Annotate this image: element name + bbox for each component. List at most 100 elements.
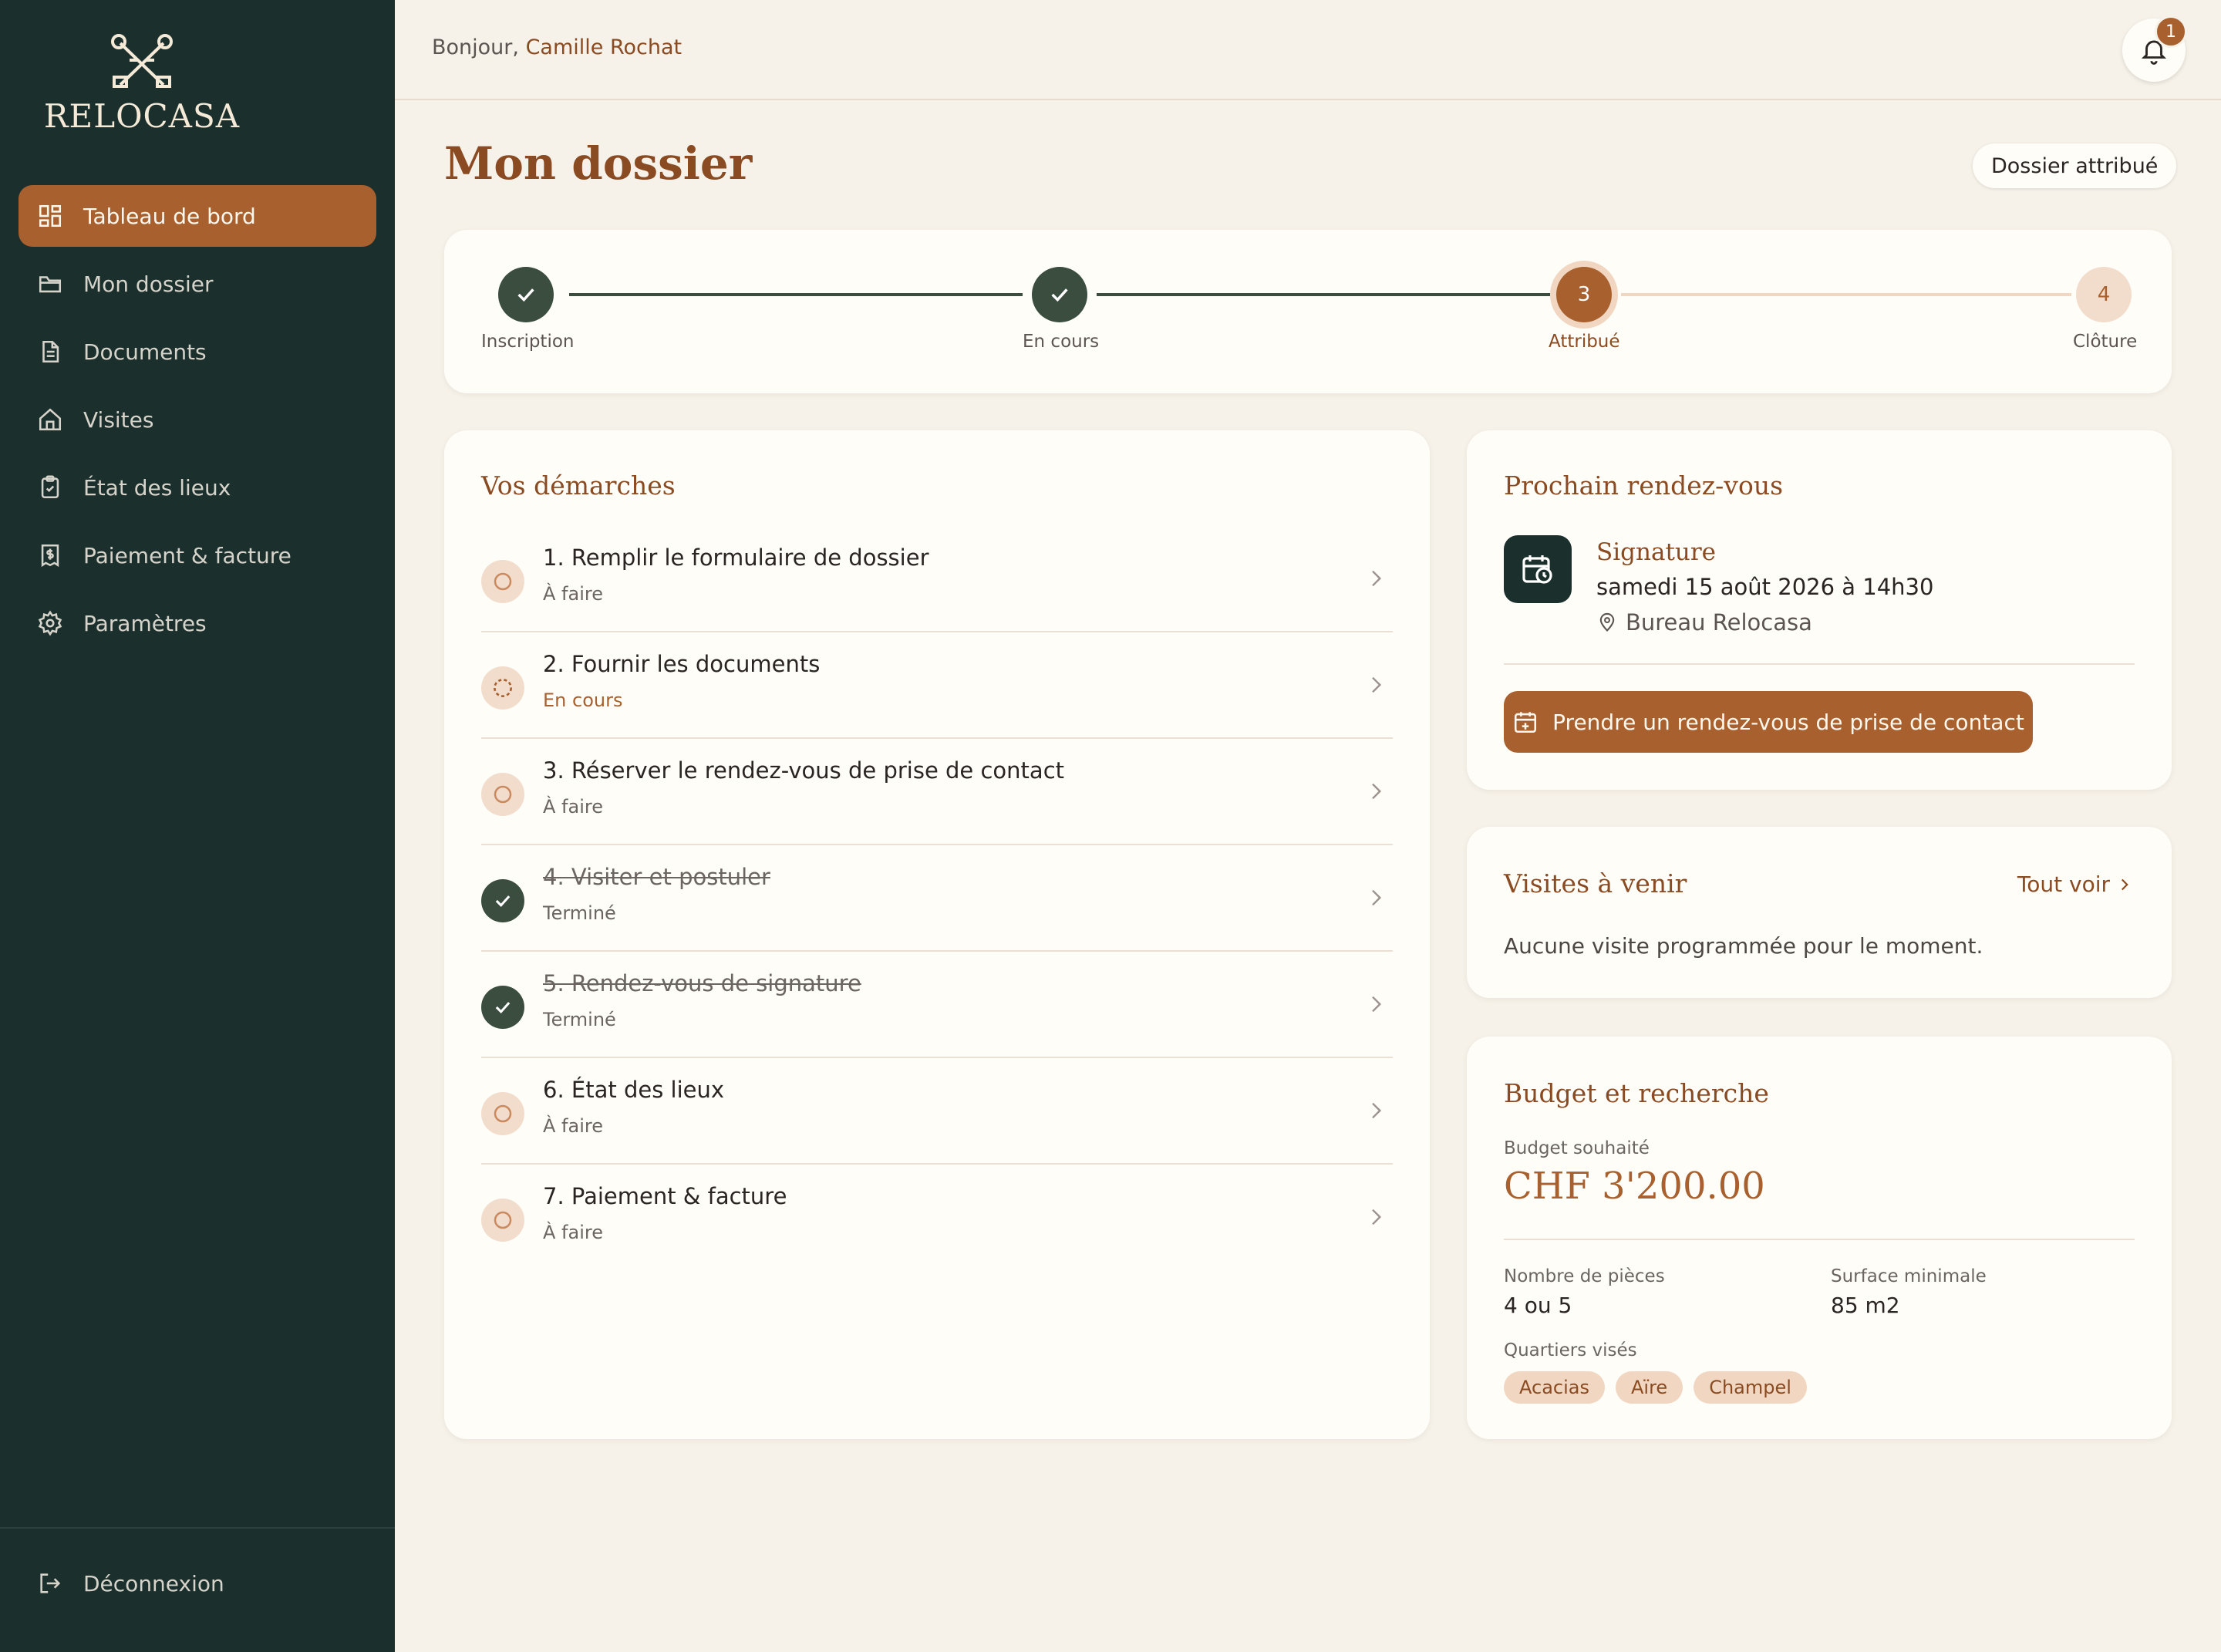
areas-tags: Acacias Aïre Champel: [1504, 1371, 1818, 1404]
task-status: À faire: [543, 1115, 603, 1137]
circle-icon: [494, 1211, 512, 1229]
sidebar-nav: Tableau de bord Mon dossier Documents Vi…: [19, 185, 376, 660]
step-cloture: 4: [2076, 267, 2132, 322]
user-name: Camille Rochat: [525, 35, 682, 59]
check-icon: [517, 288, 534, 302]
task-title: 4. Visiter et postuler: [543, 864, 770, 890]
step-label: Attribué: [1549, 332, 1620, 352]
top-bar: Bonjour, Camille Rochat 1: [395, 0, 2221, 100]
map-pin-icon: [1599, 612, 1615, 632]
divider: [1504, 1239, 2135, 1240]
step-connector: [1097, 293, 1550, 296]
step-label: Clôture: [2073, 332, 2138, 352]
sidebar-item-parametres[interactable]: Paramètres: [19, 592, 376, 654]
sidebar-item-label: Paiement & facture: [83, 542, 292, 568]
sidebar-divider: [0, 1527, 395, 1529]
check-icon: [1051, 288, 1068, 302]
task-row[interactable]: 7. Paiement & facture À faire: [481, 1165, 1393, 1271]
areas-label: Quartiers visés: [1504, 1340, 1637, 1360]
chevron-right-icon: [1372, 570, 1382, 587]
task-status-icon: [481, 773, 524, 816]
rooms-value: 4 ou 5: [1504, 1293, 1572, 1318]
book-contact-appointment-button[interactable]: Prendre un rendez-vous de prise de conta…: [1504, 691, 2033, 753]
task-row[interactable]: 5. Rendez-vous de signature Terminé: [481, 952, 1393, 1058]
appointment-location: Bureau Relocasa: [1596, 609, 1812, 636]
visits-empty-message: Aucune visite programmée pour le moment.: [1504, 933, 1983, 959]
logout-label: Déconnexion: [83, 1570, 224, 1596]
task-status-icon: [481, 560, 524, 603]
visits-card: Visites à venir Tout voir Aucune visite …: [1467, 827, 2172, 998]
tasks-card: Vos démarches 1. Remplir le formulaire d…: [444, 430, 1430, 1439]
step-attribue: 3: [1556, 267, 1612, 322]
task-title: 3. Réserver le rendez-vous de prise de c…: [543, 757, 1065, 784]
sidebar-item-label: État des lieux: [83, 474, 231, 501]
task-status-icon: [481, 879, 524, 922]
dashboard-icon: [39, 204, 62, 228]
circle-icon: [494, 1104, 512, 1123]
area-tag: Acacias: [1504, 1371, 1605, 1404]
folder-icon: [39, 276, 62, 293]
sidebar-item-dossier[interactable]: Mon dossier: [19, 253, 376, 315]
task-row[interactable]: 2. Fournir les documents En cours: [481, 632, 1393, 739]
surface-value: 85 m2: [1831, 1293, 1900, 1318]
chevron-right-icon: [1372, 996, 1382, 1013]
task-status: Terminé: [543, 902, 616, 924]
task-title: 7. Paiement & facture: [543, 1183, 787, 1209]
calendar-clock-icon-svg: [1522, 555, 1552, 584]
document-icon: [42, 340, 59, 363]
logout-button[interactable]: Déconnexion: [19, 1553, 376, 1620]
task-title: 1. Remplir le formulaire de dossier: [543, 544, 929, 571]
task-title: 5. Rendez-vous de signature: [543, 970, 861, 996]
task-row[interactable]: 6. État des lieux À faire: [481, 1058, 1393, 1165]
area-tag: Champel: [1694, 1371, 1807, 1404]
sidebar-item-etat-des-lieux[interactable]: État des lieux: [19, 457, 376, 518]
task-status-icon: [481, 986, 524, 1029]
chevron-right-icon: [1372, 676, 1382, 693]
budget-title: Budget et recherche: [1504, 1078, 1769, 1108]
chevron-right-icon: [2121, 878, 2128, 890]
task-title: 2. Fournir les documents: [543, 651, 821, 677]
task-row[interactable]: 3. Réserver le rendez-vous de prise de c…: [481, 739, 1393, 845]
tasks-title: Vos démarches: [481, 470, 676, 501]
see-all-visits-link[interactable]: Tout voir: [2017, 872, 2135, 897]
appointment-card-title: Prochain rendez-vous: [1504, 470, 1784, 501]
sidebar-item-logout[interactable]: Déconnexion: [19, 1553, 376, 1614]
budget-value: CHF 3'200.00: [1504, 1165, 1765, 1208]
gear-icon: [38, 610, 62, 636]
sidebar-item-documents[interactable]: Documents: [19, 321, 376, 383]
step-label: Inscription: [481, 332, 575, 352]
logout-icon: [40, 1573, 61, 1593]
sidebar-item-label: Paramètres: [83, 610, 207, 636]
sidebar-item-dashboard[interactable]: Tableau de bord: [19, 185, 376, 247]
status-badge: Dossier attribué: [1973, 143, 2177, 188]
brand-logo[interactable]: RELOCASA: [0, 31, 284, 135]
step-connector: [569, 293, 1023, 296]
sidebar-item-label: Tableau de bord: [83, 203, 256, 229]
circle-icon: [494, 785, 512, 804]
sidebar-item-paiement[interactable]: Paiement & facture: [19, 524, 376, 586]
step-connector: [1621, 293, 2071, 296]
task-status: À faire: [543, 583, 603, 605]
area-tag: Aïre: [1615, 1371, 1683, 1404]
task-status-icon: [481, 666, 524, 710]
crossed-keys-icon: [111, 34, 173, 88]
appointment-title: Signature: [1596, 538, 1717, 566]
sidebar-item-visites[interactable]: Visites: [19, 389, 376, 450]
sidebar: RELOCASA Tableau de bord Mon dossier Doc…: [0, 0, 395, 1652]
task-title: 6. État des lieux: [543, 1077, 725, 1103]
dashed-circle-icon: [494, 679, 512, 697]
appointment-card: Prochain rendez-vous Signature samedi 15…: [1467, 430, 2172, 790]
book-button-label: Prendre un rendez-vous de prise de conta…: [1552, 709, 2024, 735]
sidebar-item-label: Visites: [83, 406, 154, 433]
task-row[interactable]: 4. Visiter et postuler Terminé: [481, 845, 1393, 952]
greeting-text: Bonjour,: [432, 35, 519, 59]
appointment-datetime: samedi 15 août 2026 à 14h30: [1596, 574, 1934, 600]
clipboard-check-icon: [41, 475, 59, 499]
task-status-icon: [481, 1092, 524, 1135]
chevron-right-icon: [1372, 783, 1382, 800]
sidebar-item-label: Mon dossier: [83, 271, 214, 297]
task-status: À faire: [543, 796, 603, 818]
see-all-label: Tout voir: [2017, 872, 2110, 897]
task-row[interactable]: 1. Remplir le formulaire de dossier À fa…: [481, 526, 1393, 632]
brand-name: RELOCASA: [43, 97, 241, 135]
